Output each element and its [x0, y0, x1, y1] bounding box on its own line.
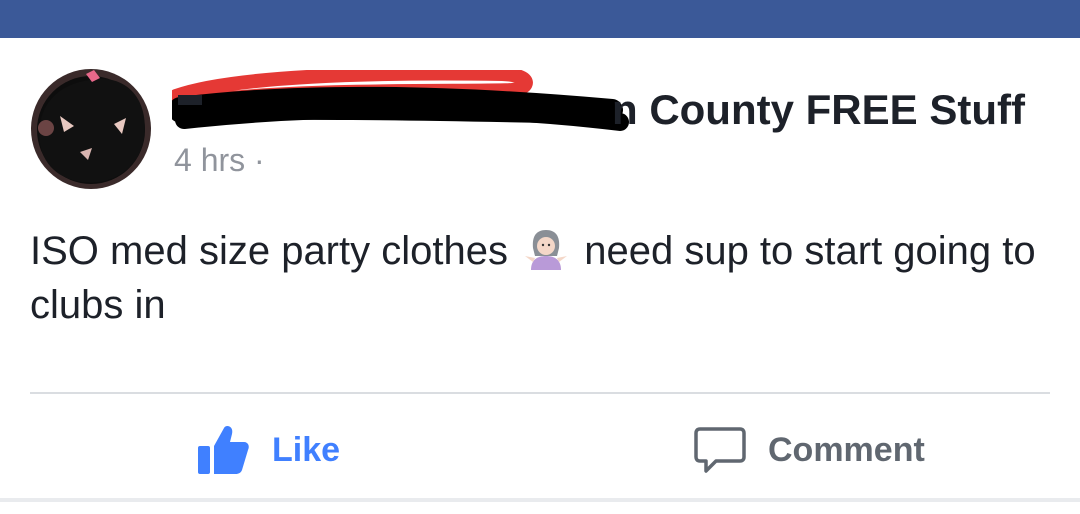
redacted-name-scribble — [172, 70, 629, 131]
comment-button[interactable]: Comment — [694, 420, 925, 480]
divider — [30, 392, 1050, 394]
top-app-bar — [0, 0, 1080, 38]
avatar[interactable] — [30, 68, 152, 190]
post-card: n County FREE Stuff 4 hrs · ISO med size… — [0, 38, 1080, 514]
post-actions: Like Comment — [0, 402, 1080, 502]
group-name[interactable]: n County FREE Stuff — [612, 86, 1025, 134]
person-shrugging-emoji — [525, 230, 568, 270]
facebook-post-screen: n County FREE Stuff 4 hrs · ISO med size… — [0, 0, 1080, 514]
post-text: ISO med size party clothes need sup to s… — [30, 224, 1050, 332]
thumbs-up-icon — [198, 426, 249, 474]
post-text-part-1: ISO med size party clothes — [30, 229, 508, 273]
like-button[interactable]: Like — [196, 420, 340, 480]
like-label: Like — [272, 430, 341, 469]
speech-bubble-icon — [694, 427, 746, 473]
bottom-divider — [0, 498, 1080, 502]
comment-label: Comment — [768, 430, 925, 469]
post-timestamp[interactable]: 4 hrs · — [174, 142, 265, 179]
